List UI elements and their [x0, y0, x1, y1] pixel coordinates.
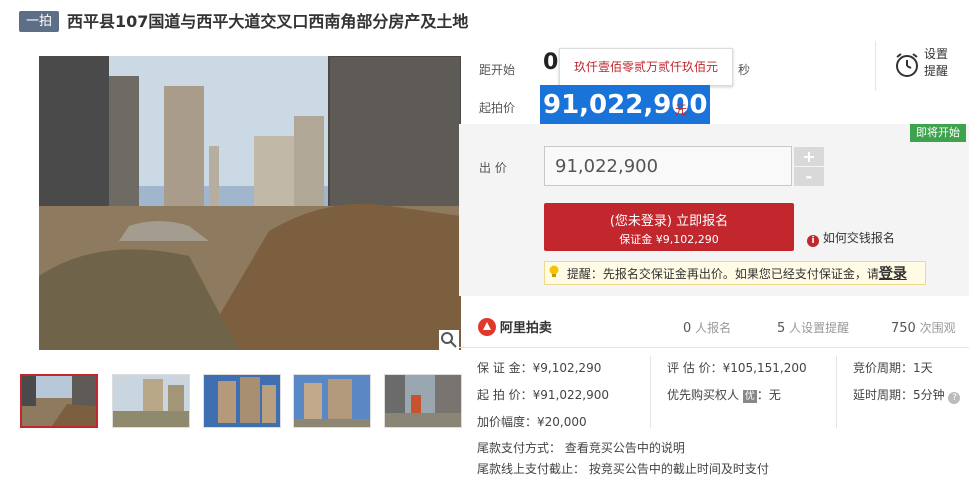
start-price-info: 起 拍 价：¥91,022,900	[477, 388, 609, 402]
thumbnail-3[interactable]	[203, 374, 281, 428]
price-in-words-tooltip: 玖仟壹佰零贰万贰仟玖佰元	[559, 48, 733, 86]
alarm-clock-icon	[896, 53, 918, 77]
ali-auction-logo-icon	[478, 318, 496, 336]
countdown-seconds-unit: 秒	[738, 63, 751, 77]
platform-logo[interactable]: 阿里拍卖	[478, 317, 552, 336]
divider	[836, 356, 837, 428]
help-icon[interactable]: ?	[948, 392, 961, 404]
stat-reminders: 5 人设置提醒	[777, 321, 850, 336]
delay-cycle-info: 延时周期：5分钟 ?	[853, 386, 961, 404]
final-payment-method: 尾款支付方式： 查看竞买公告中的说明	[477, 441, 685, 455]
login-link[interactable]: 登录	[879, 266, 907, 282]
auction-cycle-info: 竞价周期：1天	[853, 361, 933, 375]
decrease-bid-button[interactable]: -	[794, 167, 824, 186]
priority-buyer-info: 优先购买权人 优：无	[667, 388, 781, 403]
countdown-days: 0	[543, 50, 559, 75]
divider	[650, 356, 651, 428]
start-price-label: 起拍价	[479, 101, 516, 115]
stat-signups: 0 人报名	[683, 321, 732, 336]
deposit-info: 保 证 金：¥9,102,290	[477, 361, 602, 375]
priority-badge[interactable]: 优	[742, 390, 757, 403]
lightbulb-icon	[545, 262, 563, 286]
signup-deposit-label: 保证金 ¥9,102,290	[619, 233, 719, 246]
signup-button-label: (您未登录) 立即报名	[609, 214, 729, 229]
appraisal-info: 评 估 价：¥105,151,200	[667, 361, 807, 375]
page-title: 西平县107国道与西平大道交叉口西南角部分房产及土地	[67, 12, 469, 31]
increase-bid-button[interactable]: +	[794, 147, 824, 166]
bid-label: 出 价	[479, 161, 507, 175]
stat-views: 750 次围观	[891, 321, 956, 336]
thumbnail-5[interactable]	[384, 374, 462, 428]
thumbnail-1[interactable]	[20, 374, 98, 428]
signup-button[interactable]: (您未登录) 立即报名 保证金 ¥9,102,290	[544, 203, 794, 251]
countdown-label: 距开始	[479, 63, 516, 77]
hint-text: 提醒：先报名交保证金再出价。如果您已经支付保证金，请	[566, 267, 879, 281]
status-badge: 即将开始	[910, 124, 966, 142]
start-price-unit: 元	[675, 103, 688, 117]
set-reminder-button[interactable]: 设置 提醒	[875, 41, 969, 91]
final-payment-deadline: 尾款线上支付截止： 按竞买公告中的截止时间及时支付	[477, 462, 769, 476]
login-hint: 提醒：先报名交保证金再出价。如果您已经支付保证金，请登录	[544, 261, 926, 285]
how-to-pay-link[interactable]: i 如何交钱报名	[807, 229, 895, 247]
info-icon: i	[807, 235, 819, 247]
bid-price-input[interactable]: 91,022,900	[544, 146, 792, 186]
platform-name: 阿里拍卖	[499, 321, 552, 336]
main-property-image	[39, 56, 461, 350]
remind-label-line1: 设置	[924, 47, 949, 61]
remind-label-line2: 提醒	[924, 64, 949, 78]
zoom-icon[interactable]	[439, 330, 459, 350]
thumbnail-2[interactable]	[112, 374, 190, 428]
thumbnail-4[interactable]	[293, 374, 371, 428]
auction-round-tag: 一拍	[19, 11, 59, 32]
how-to-pay-label: 如何交钱报名	[822, 231, 895, 245]
increment-info: 加价幅度：¥20,000	[477, 415, 587, 429]
